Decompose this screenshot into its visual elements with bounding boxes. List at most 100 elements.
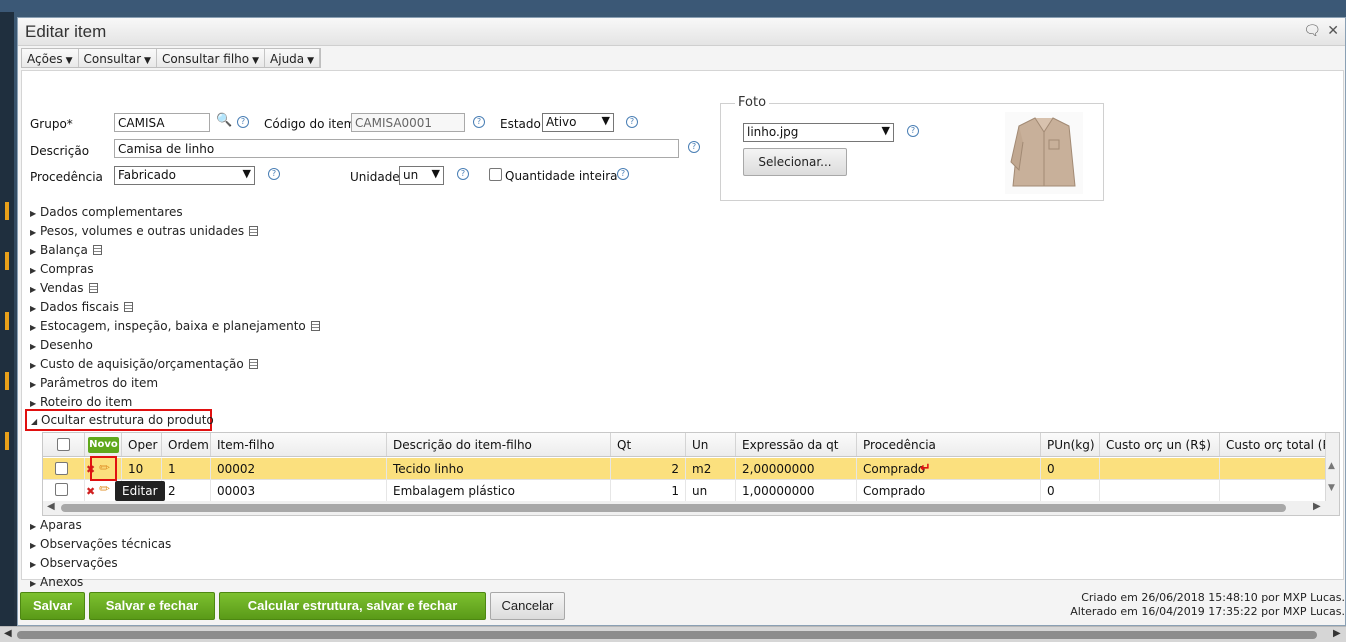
scroll-right-icon[interactable]: ▶ [1333, 628, 1341, 639]
procedencia-select[interactable]: Fabricado ▼ [114, 166, 255, 185]
header-procedencia[interactable]: Procedência [857, 433, 1041, 456]
section-pesos-volumes[interactable]: ▶ Pesos, volumes e outras unidades [30, 224, 259, 238]
row-checkbox[interactable] [55, 462, 68, 475]
header-descricao[interactable]: Descrição do item-filho [387, 433, 611, 456]
section-dados-fiscais[interactable]: ▶ Dados fiscais [30, 300, 133, 314]
document-icon [249, 226, 259, 236]
search-icon[interactable]: 🔍 [216, 113, 232, 128]
help-icon[interactable]: ? [237, 116, 249, 128]
close-icon[interactable]: ✕ [1327, 23, 1339, 39]
table-row[interactable]: ✖ ✏ 10 1 00002 Tecido linho 2 m2 2,000000… [43, 458, 1327, 480]
grid-horizontal-scrollbar[interactable]: ◀ ▶ [43, 501, 1327, 515]
header-item-filho[interactable]: Item-filho [211, 433, 387, 456]
unidade-select[interactable]: un ▼ [399, 166, 444, 185]
header-custo-total[interactable]: Custo orç total (R$ [1220, 433, 1327, 456]
caret-down-icon: ▼ [252, 56, 260, 66]
scrollbar-thumb[interactable] [61, 504, 1286, 512]
quantidade-inteira-label: Quantidade inteira [505, 169, 618, 183]
menu-ajuda[interactable]: Ajuda ▼ [265, 49, 321, 67]
help-icon[interactable]: ? [457, 168, 469, 180]
help-icon[interactable]: ? [268, 168, 280, 180]
novo-button[interactable]: Novo [88, 437, 119, 453]
section-dados-complementares[interactable]: ▶ Dados complementares [30, 205, 183, 219]
modified-info: Alterado em 16/04/2019 17:35:22 por MXP … [1070, 605, 1345, 618]
selecionar-button[interactable]: Selecionar... [743, 148, 847, 176]
header-qt[interactable]: Qt [611, 433, 686, 456]
triangle-right-icon: ▶ [30, 304, 37, 313]
menu-consultar[interactable]: Consultar ▼ [79, 49, 157, 67]
header-expressao[interactable]: Expressão da qt [736, 433, 857, 456]
section-balanca[interactable]: ▶ Balança [30, 243, 102, 257]
help-icon[interactable]: ? [617, 168, 629, 180]
triangle-right-icon: ▶ [30, 247, 37, 256]
help-icon[interactable]: ? [626, 116, 638, 128]
scroll-left-icon[interactable]: ◀ [4, 628, 12, 639]
grupo-input[interactable]: CAMISA [114, 113, 210, 132]
scrollbar-thumb[interactable] [17, 631, 1317, 639]
cell-qt: 1 [611, 480, 686, 502]
created-info: Criado em 26/06/2018 15:48:10 por MXP Lu… [1081, 591, 1345, 604]
salvar-fechar-button[interactable]: Salvar e fechar [89, 592, 215, 620]
page-horizontal-scrollbar[interactable]: ◀ ▶ [0, 626, 1346, 642]
comment-icon[interactable]: 🗨 [1303, 23, 1321, 39]
section-aparas[interactable]: ▶ Aparas [30, 518, 82, 532]
row-checkbox[interactable] [55, 483, 68, 496]
cell-expressao: 2,00000000 [736, 458, 857, 480]
cell-un: un [686, 480, 736, 502]
calcular-estrutura-button[interactable]: Calcular estrutura, salvar e fechar [219, 592, 486, 620]
header-select-cell [43, 433, 85, 456]
scroll-left-icon[interactable]: ◀ [47, 501, 55, 512]
section-observacoes-tecnicas[interactable]: ▶ Observações técnicas [30, 537, 171, 551]
help-icon[interactable]: ? [473, 116, 485, 128]
section-roteiro[interactable]: ▶ Roteiro do item [30, 395, 132, 409]
cell-ordem: 2 [162, 480, 211, 502]
quantidade-inteira-checkbox[interactable] [489, 168, 502, 181]
estado-select[interactable]: Ativo ▼ [542, 113, 614, 132]
section-observacoes[interactable]: ▶ Observações [30, 556, 118, 570]
scroll-up-icon[interactable]: ▲ [1328, 461, 1335, 471]
triangle-right-icon: ▶ [30, 560, 37, 569]
cell-un: m2 [686, 458, 736, 480]
descricao-input[interactable]: Camisa de linho [114, 139, 679, 158]
menu-consultar-filho[interactable]: Consultar filho ▼ [157, 49, 266, 67]
pencil-edit-icon[interactable]: ✏ [99, 482, 110, 497]
section-desenho[interactable]: ▶ Desenho [30, 338, 93, 352]
header-ordem[interactable]: Ordem [162, 433, 211, 456]
header-pun[interactable]: PUn(kg) [1041, 433, 1100, 456]
cell-descricao: Embalagem plástico [387, 480, 611, 502]
scroll-right-icon[interactable]: ▶ [1313, 501, 1321, 512]
section-custo-aquisicao[interactable]: ▶ Custo de aquisição/orçamentação [30, 357, 258, 371]
document-icon [88, 283, 98, 293]
edit-item-dialog: Editar item 🗨 ✕ Ações ▼ Consultar ▼ Consul… [17, 17, 1346, 626]
section-parametros[interactable]: ▶ Parâmetros do item [30, 376, 158, 390]
section-vendas[interactable]: ▶ Vendas [30, 281, 98, 295]
help-icon[interactable]: ? [907, 125, 919, 137]
cell-custo-un [1100, 480, 1220, 502]
salvar-button[interactable]: Salvar [20, 592, 85, 620]
triangle-right-icon: ▶ [30, 285, 37, 294]
header-oper[interactable]: Oper [122, 433, 162, 456]
toggle-estrutura-produto[interactable]: ◢ Ocultar estrutura do produto [25, 409, 214, 431]
triangle-right-icon: ▶ [30, 361, 37, 370]
grid-vertical-scrollbar[interactable]: ▲ ▼ [1325, 433, 1339, 515]
select-all-checkbox[interactable] [57, 438, 70, 451]
triangle-right-icon: ▶ [30, 323, 37, 332]
descricao-label: Descrição [30, 144, 90, 158]
foto-fieldset: Foto linho.jpg ▼ ? Selecionar... [720, 95, 1104, 201]
scroll-down-icon[interactable]: ▼ [1328, 483, 1335, 493]
table-row[interactable]: ✖ ✏ 2 00003 Embalagem plástico 1 un 1,000… [43, 480, 1327, 502]
menu-acoes[interactable]: Ações ▼ [22, 49, 79, 67]
foto-file-select[interactable]: linho.jpg ▼ [743, 123, 894, 142]
section-estocagem[interactable]: ▶ Estocagem, inspeção, baixa e planejamen… [30, 319, 320, 333]
dialog-title: Editar item [25, 22, 107, 41]
estado-label: Estado [500, 117, 541, 131]
header-un[interactable]: Un [686, 433, 736, 456]
caret-down-icon: ▼ [307, 56, 315, 66]
header-custo-un[interactable]: Custo orç un (R$) [1100, 433, 1220, 456]
cancelar-button[interactable]: Cancelar [490, 592, 565, 620]
help-icon[interactable]: ? [688, 141, 700, 153]
codigo-input[interactable]: CAMISA0001 [351, 113, 465, 132]
delete-icon[interactable]: ✖ [86, 485, 95, 498]
section-compras[interactable]: ▶ Compras [30, 262, 94, 276]
cell-item-filho: 00003 [211, 480, 387, 502]
